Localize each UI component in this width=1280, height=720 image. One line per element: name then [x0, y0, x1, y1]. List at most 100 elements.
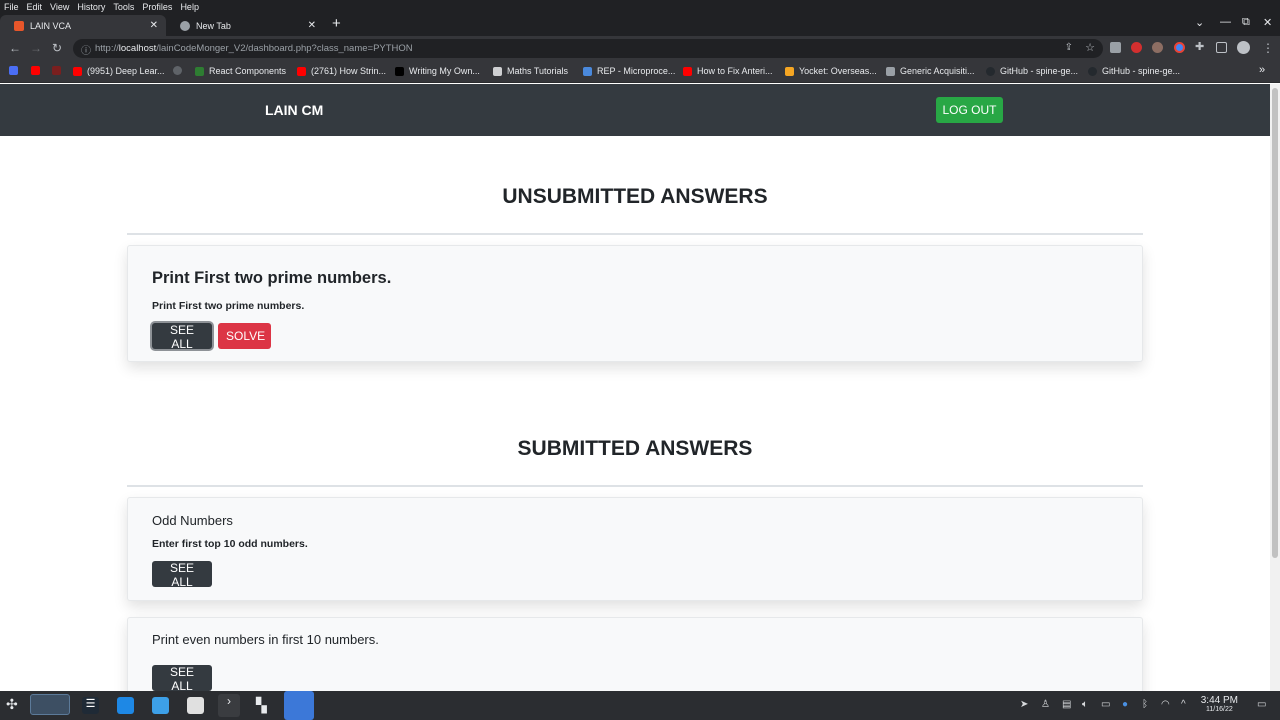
bookmark-item[interactable]	[52, 66, 66, 75]
close-window-icon[interactable]: ✕	[1263, 16, 1272, 29]
bluetooth-app-icon[interactable]: ●	[1122, 699, 1128, 710]
address-bar[interactable]: ⓘ http://localhost/lainCodeMonger_V2/das…	[73, 39, 1103, 58]
bookmark-item[interactable]	[9, 66, 23, 75]
question-description: Enter first top 10 odd numbers.	[152, 538, 308, 550]
bookmark-item[interactable]: REP - Microproce...	[583, 66, 675, 76]
minimize-icon[interactable]: —	[1220, 16, 1231, 28]
apps-grid-icon[interactable]: ▚	[256, 697, 273, 714]
bookmark-icon	[195, 66, 204, 76]
terminal-icon[interactable]: ›	[218, 694, 240, 717]
bluetooth-icon[interactable]: ᛒ	[1142, 699, 1148, 710]
bookmark-icon	[886, 66, 895, 76]
tab-lain-vca[interactable]: LAIN VCA ✕	[0, 15, 166, 36]
close-tab-icon[interactable]: ✕	[150, 20, 158, 31]
new-tab-icon[interactable]: +	[332, 15, 341, 32]
forward-icon[interactable]: →	[30, 41, 42, 55]
globe-icon	[173, 66, 182, 75]
battery-icon[interactable]: ▭	[1101, 699, 1110, 710]
settings-icon[interactable]: ☰	[82, 697, 99, 714]
workspace-switcher-icon[interactable]	[30, 694, 70, 715]
tab-strip: LAIN VCA ✕ New Tab ✕ + ⌄ — ⧉ ✕	[0, 13, 1280, 36]
extension-icon[interactable]	[1174, 42, 1185, 53]
question-title: Print even numbers in first 10 numbers.	[152, 632, 379, 647]
solve-button[interactable]: SOLVE	[218, 323, 271, 349]
menu-view[interactable]: View	[50, 2, 69, 12]
close-tab-icon[interactable]: ✕	[308, 20, 316, 31]
store-icon[interactable]	[117, 697, 134, 714]
bookmark-item[interactable]: (9951) Deep Lear...	[73, 66, 165, 76]
back-icon[interactable]: ←	[9, 41, 21, 55]
telegram-icon[interactable]: ➤	[1020, 699, 1028, 710]
scrollbar-thumb[interactable]	[1272, 88, 1278, 558]
reload-icon[interactable]: ↻	[52, 41, 62, 55]
tray-expand-icon[interactable]: ^	[1181, 699, 1186, 710]
notifications-icon[interactable]: ▭	[1257, 699, 1266, 710]
tab-new-tab[interactable]: New Tab ✕	[166, 15, 324, 36]
bookmark-item[interactable]: (2761) How Strin...	[297, 66, 386, 76]
question-card: Print even numbers in first 10 numbers. …	[127, 617, 1143, 691]
page-content: LAIN CM LOG OUT UNSUBMITTED ANSWERS Prin…	[0, 84, 1270, 691]
extension-icon[interactable]	[1131, 42, 1142, 53]
more-bookmarks-icon[interactable]: »	[1259, 64, 1265, 76]
menu-help[interactable]: Help	[180, 2, 199, 12]
bookmark-item[interactable]: Yocket: Overseas...	[785, 66, 877, 76]
volume-icon[interactable]: 🔈︎	[1082, 699, 1088, 710]
wifi-icon[interactable]: ◠	[1161, 699, 1170, 710]
user-icon[interactable]: ♙	[1041, 699, 1050, 710]
clipboard-icon[interactable]: ▤	[1062, 699, 1071, 710]
bookmark-item[interactable]: How to Fix Anteri...	[683, 66, 773, 76]
launcher-icon[interactable]: ✣	[6, 696, 23, 713]
bookmark-icon	[583, 66, 592, 76]
menu-tools[interactable]: Tools	[113, 2, 134, 12]
bookmark-item[interactable]: GitHub - spine-ge...	[1088, 66, 1180, 76]
bookmark-item[interactable]: Writing My Own...	[395, 66, 480, 76]
see-all-button[interactable]: SEE ALL	[152, 665, 212, 691]
page-scrollbar[interactable]	[1270, 84, 1280, 691]
see-all-button[interactable]: SEE ALL	[152, 561, 212, 589]
extension-icon[interactable]	[1110, 42, 1121, 53]
youtube-icon	[683, 66, 692, 76]
unsubmitted-title: UNSUBMITTED ANSWERS	[502, 185, 768, 208]
bookmark-item[interactable]: GitHub - spine-ge...	[986, 66, 1078, 76]
side-panel-icon[interactable]	[1216, 42, 1227, 53]
tab-search-icon[interactable]: ⌄	[1195, 16, 1204, 29]
extension-icon[interactable]	[1152, 42, 1163, 53]
divider	[127, 233, 1143, 235]
logout-button[interactable]: LOG OUT	[936, 97, 1003, 123]
bookmark-item[interactable]: Maths Tutorials	[493, 66, 568, 76]
clock[interactable]: 3:44 PM 11/16/22	[1201, 695, 1238, 713]
browser-toolbar: ← → ↻ ⓘ http://localhost/lainCodeMonger_…	[0, 36, 1280, 61]
document-icon[interactable]	[187, 697, 204, 714]
bookmark-item[interactable]	[31, 66, 45, 75]
menu-kebab-icon[interactable]: ⋮	[1262, 41, 1274, 55]
tab-title: LAIN VCA	[30, 20, 72, 31]
app-navbar: LAIN CM LOG OUT	[0, 84, 1270, 136]
bookmark-icon	[493, 66, 502, 76]
youtube-icon	[31, 66, 40, 75]
bookmark-item[interactable]	[173, 66, 187, 75]
extensions-puzzle-icon[interactable]: ✚	[1195, 40, 1206, 53]
bookmark-item[interactable]: React Components	[195, 66, 286, 76]
brand-logo[interactable]: LAIN CM	[265, 102, 323, 118]
youtube-icon	[297, 66, 306, 76]
see-all-button[interactable]: SEE ALL	[152, 323, 212, 351]
github-icon	[1088, 66, 1097, 76]
site-info-icon[interactable]: ⓘ	[81, 42, 91, 57]
bookmark-star-icon[interactable]: ☆	[1085, 41, 1095, 54]
maximize-icon[interactable]: ⧉	[1242, 16, 1250, 29]
profile-avatar-icon[interactable]	[1237, 41, 1250, 54]
menu-profiles[interactable]: Profiles	[142, 2, 172, 12]
folder-icon[interactable]	[152, 697, 169, 714]
os-taskbar: ✣ ☰ › ▚ ➤ ♙ ▤ 🔈︎ ▭ ● ᛒ ◠ ^ 3:44 PM 11/16…	[0, 691, 1280, 720]
address-url: http://localhost/lainCodeMonger_V2/dashb…	[95, 43, 413, 54]
os-menu-bar: File Edit View History Tools Profiles He…	[0, 0, 1280, 13]
chrome-taskbar-icon[interactable]	[284, 691, 314, 720]
menu-file[interactable]: File	[4, 2, 19, 12]
share-icon[interactable]: ⇪	[1065, 42, 1073, 53]
menu-edit[interactable]: Edit	[27, 2, 43, 12]
chrome-icon	[180, 20, 190, 31]
question-description: Print First two prime numbers.	[152, 300, 305, 312]
favicon-icon	[14, 20, 24, 31]
menu-history[interactable]: History	[77, 2, 105, 12]
bookmark-item[interactable]: Generic Acquisiti...	[886, 66, 975, 76]
